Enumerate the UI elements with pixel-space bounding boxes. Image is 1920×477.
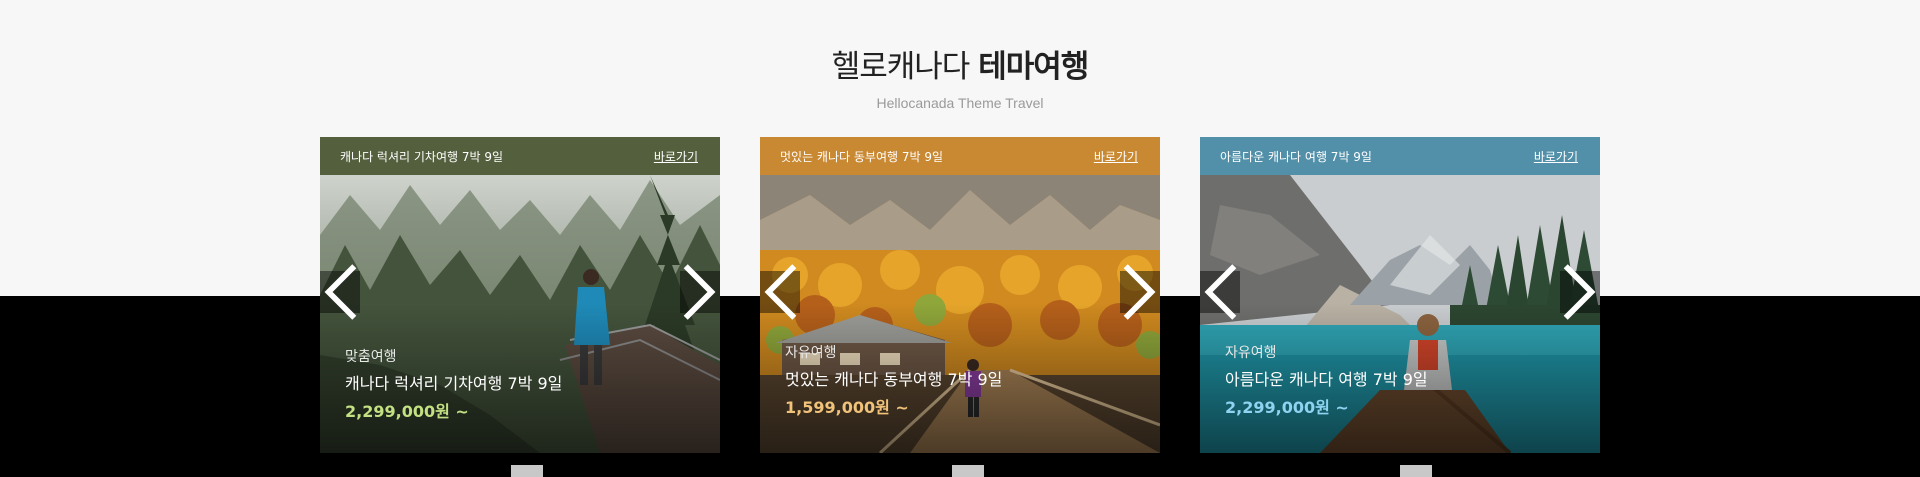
card-header: 캐나다 럭셔리 기차여행 7박 9일 바로가기 — [320, 137, 720, 175]
chevron-right-icon — [1123, 264, 1156, 320]
shortcut-link[interactable]: 바로가기 — [1534, 148, 1578, 165]
chevron-right-icon — [1563, 264, 1596, 320]
theme-card-3[interactable]: 아름다운 캐나다 여행 7박 9일 바로가기 자유여행 아름다운 캐나다 여행 … — [1200, 137, 1600, 453]
card-name[interactable]: 아름다운 캐나다 여행 7박 9일 — [1225, 369, 1428, 391]
card-price: 2,299,000원 ~ — [345, 402, 469, 421]
card-price: 2,299,000원 ~ — [1225, 398, 1349, 417]
card-photo[interactable]: 자유여행 멋있는 캐나다 동부여행 7박 9일 1,599,000원 ~ — [760, 175, 1160, 453]
carousel-next-button[interactable] — [680, 264, 720, 320]
section-title-light: 헬로캐나다 — [831, 49, 971, 85]
section-subtitle: Hellocanada Theme Travel — [876, 95, 1044, 111]
carousel-prev-button[interactable] — [760, 264, 800, 320]
section-header: 헬로캐나다 테마여행 Hellocanada Theme Travel — [0, 46, 1920, 112]
card-photo[interactable]: 맞춤여행 캐나다 럭셔리 기차여행 7박 9일 2,299,000원 ~ — [320, 175, 720, 453]
card-name[interactable]: 캐나다 럭셔리 기차여행 7박 9일 — [345, 373, 562, 395]
card-info: 자유여행 멋있는 캐나다 동부여행 7박 9일 1,599,000원 ~ — [785, 343, 1002, 419]
card-header-title: 멋있는 캐나다 동부여행 7박 9일 — [780, 149, 944, 164]
shortcut-link[interactable]: 바로가기 — [1094, 148, 1138, 165]
card-header: 아름다운 캐나다 여행 7박 9일 바로가기 — [1200, 137, 1600, 175]
pager-dot-2[interactable] — [952, 465, 984, 477]
chevron-right-icon — [683, 264, 716, 320]
card-category: 자유여행 — [785, 345, 837, 361]
theme-card-2[interactable]: 멋있는 캐나다 동부여행 7박 9일 바로가기 자유여행 멋있는 캐나다 동부여… — [760, 137, 1160, 453]
section-title: 헬로캐나다 테마여행 — [0, 46, 1920, 88]
shortcut-link[interactable]: 바로가기 — [654, 148, 698, 165]
card-header: 멋있는 캐나다 동부여행 7박 9일 바로가기 — [760, 137, 1160, 175]
card-photo[interactable]: 자유여행 아름다운 캐나다 여행 7박 9일 2,299,000원 ~ — [1200, 175, 1600, 453]
card-header-title: 아름다운 캐나다 여행 7박 9일 — [1220, 149, 1372, 164]
card-header-title: 캐나다 럭셔리 기차여행 7박 9일 — [340, 149, 504, 164]
carousel-prev-button[interactable] — [1200, 264, 1240, 320]
theme-card-1[interactable]: 캐나다 럭셔리 기차여행 7박 9일 바로가기 맞춤여행 캐나다 럭셔리 기차여… — [320, 137, 720, 453]
carousel-next-button[interactable] — [1560, 264, 1600, 320]
carousel-next-button[interactable] — [1120, 264, 1160, 320]
pager-dot-3[interactable] — [1400, 465, 1432, 477]
card-category: 자유여행 — [1225, 345, 1277, 361]
carousel-prev-button[interactable] — [320, 264, 360, 320]
section-title-bold: 테마여행 — [978, 49, 1089, 85]
card-name[interactable]: 멋있는 캐나다 동부여행 7박 9일 — [785, 369, 1002, 391]
card-info: 자유여행 아름다운 캐나다 여행 7박 9일 2,299,000원 ~ — [1225, 343, 1428, 419]
pager-dot-1[interactable] — [511, 465, 543, 477]
card-price: 1,599,000원 ~ — [785, 398, 909, 417]
card-category: 맞춤여행 — [345, 349, 397, 365]
card-info: 맞춤여행 캐나다 럭셔리 기차여행 7박 9일 2,299,000원 ~ — [345, 347, 562, 423]
